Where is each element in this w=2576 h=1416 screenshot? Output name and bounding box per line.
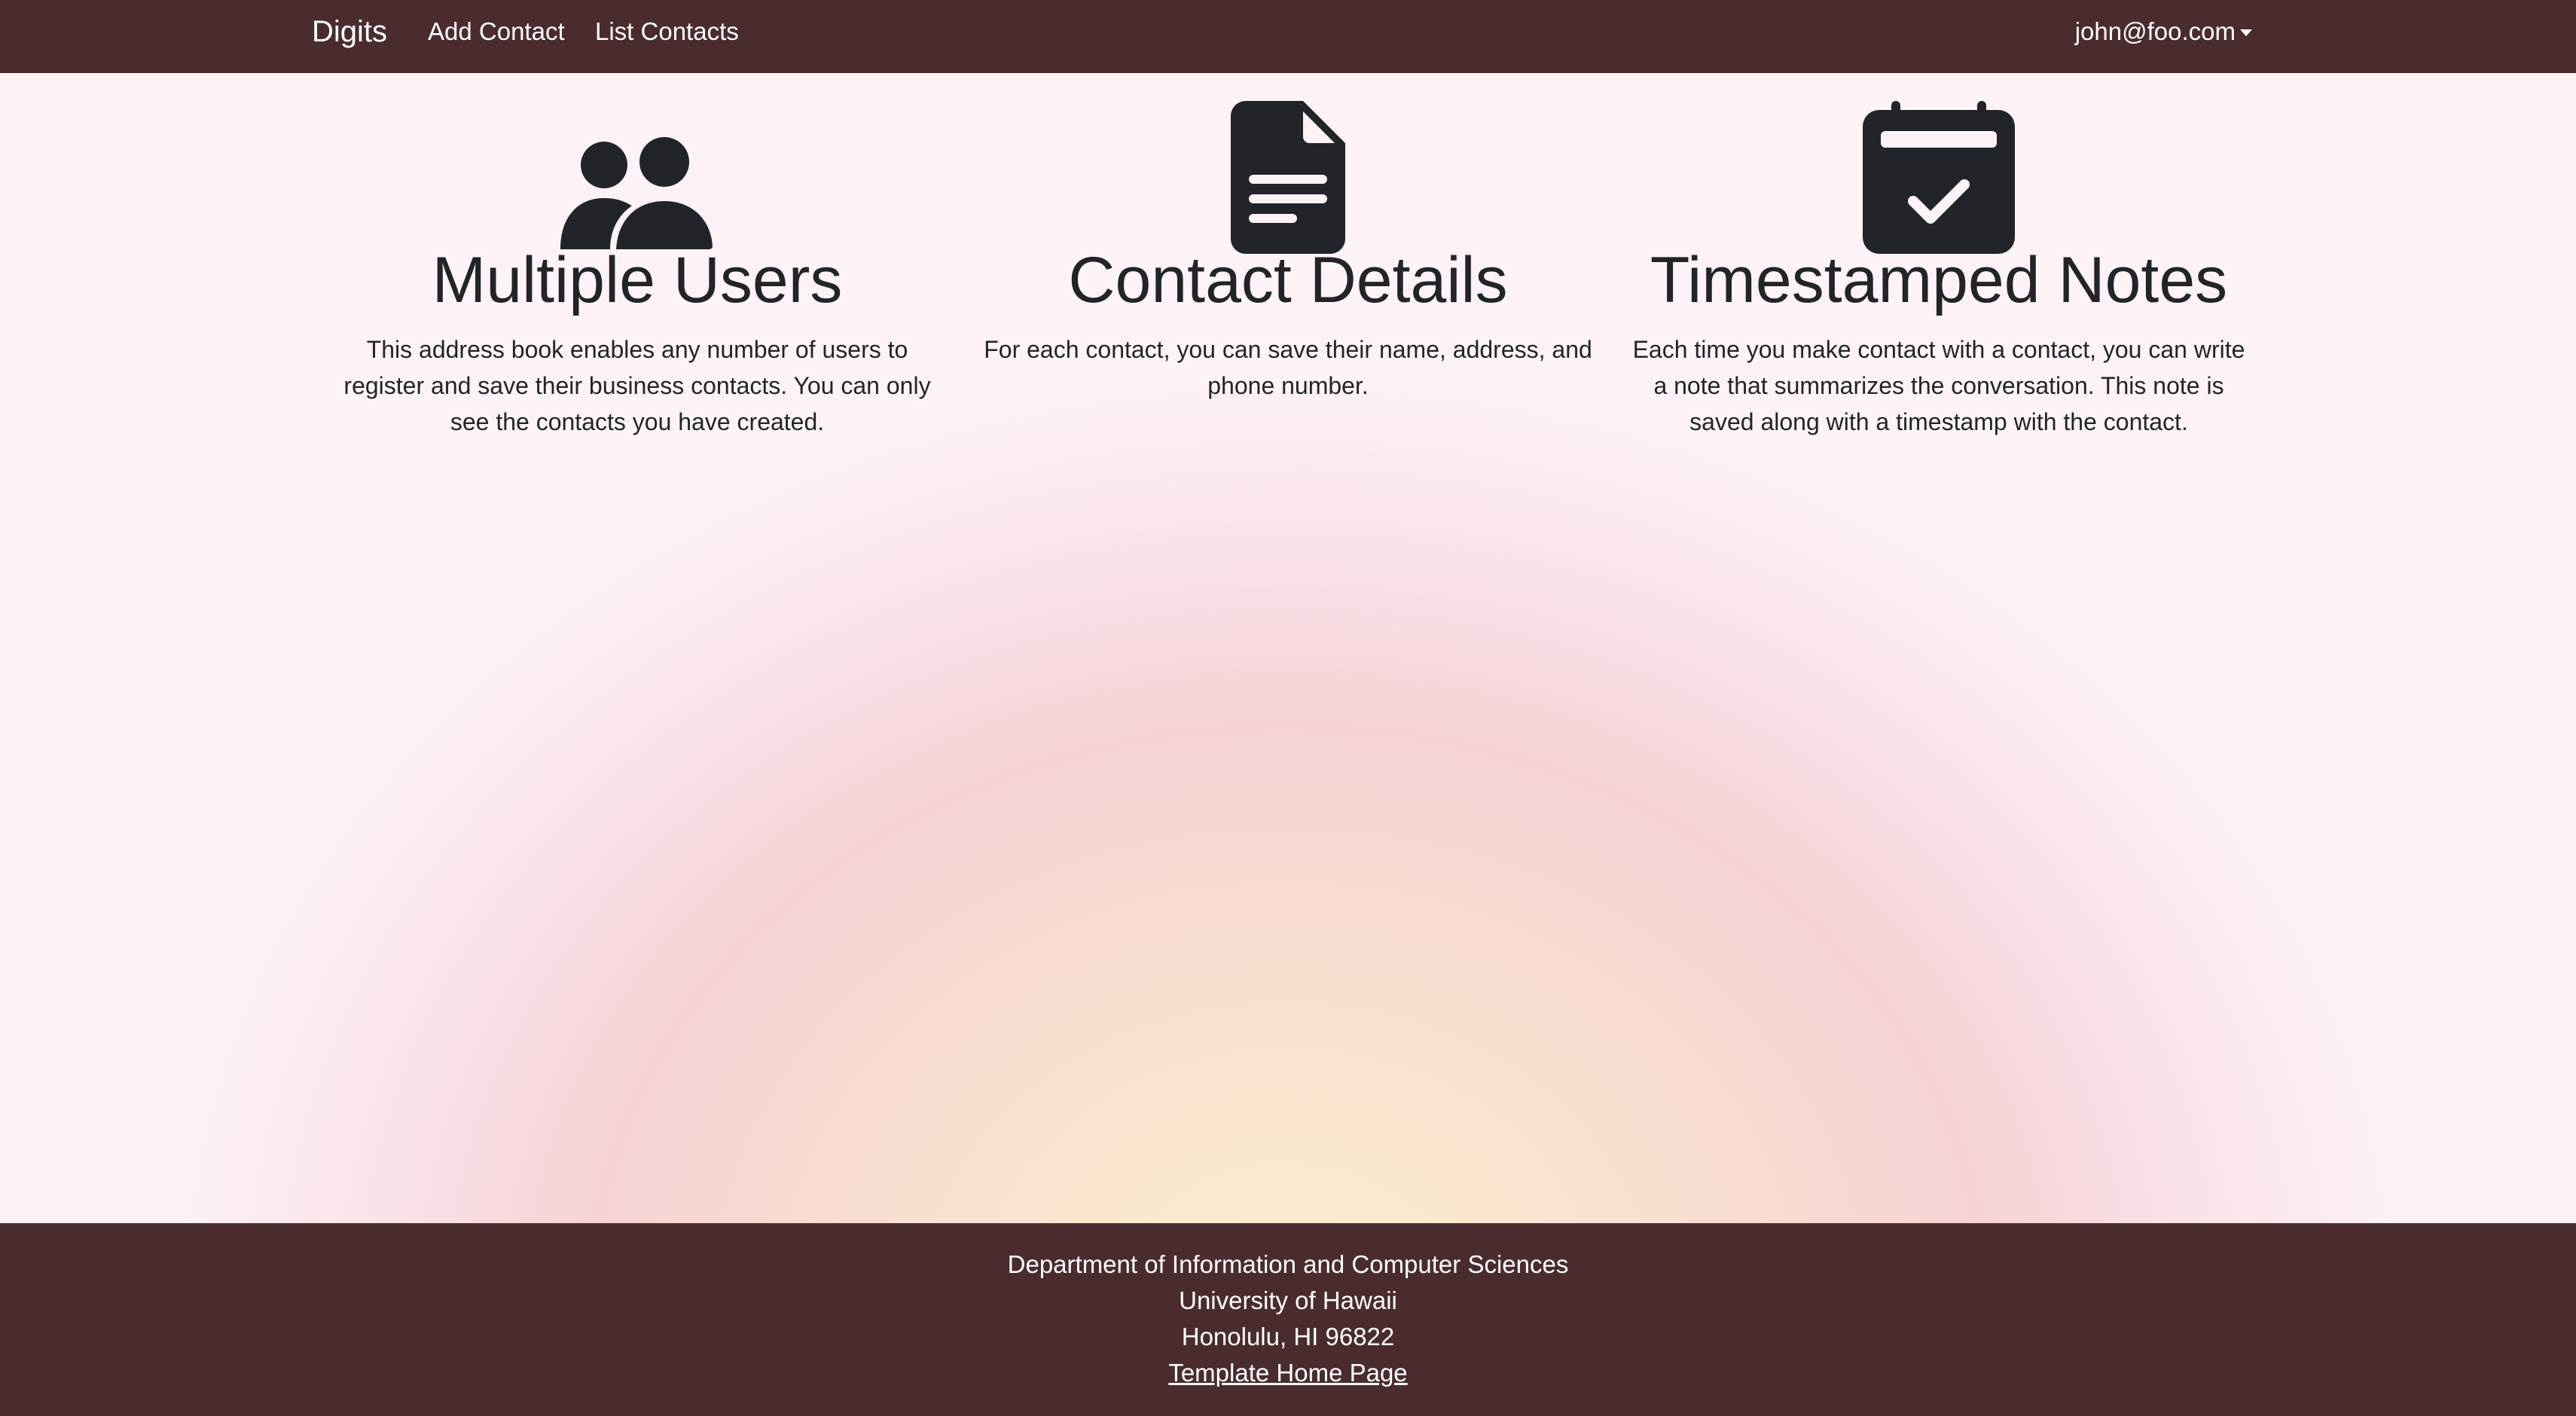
footer-university: University of Hawaii	[1179, 1286, 1397, 1314]
users-icon	[312, 96, 963, 254]
feature-description: This address book enables any number of …	[343, 336, 931, 435]
main-content: Multiple Users This address book enables…	[0, 73, 2576, 1223]
feature-title: Multiple Users	[432, 244, 843, 316]
navbar: Digits Add Contact List Contacts john@fo…	[0, 0, 2576, 73]
feature-timestamped-notes: Timestamped Notes Each time you make con…	[1613, 73, 2264, 465]
brand-link[interactable]: Digits	[312, 14, 387, 50]
footer-department: Department of Information and Computer S…	[1007, 1250, 1569, 1278]
feature-title: Timestamped Notes	[1650, 244, 2228, 316]
feature-description: For each contact, you can save their nam…	[984, 336, 1592, 399]
calendar-check-icon	[1613, 96, 2264, 254]
page: Digits Add Contact List Contacts john@fo…	[0, 0, 2576, 1416]
feature-contact-details: Contact Details For each contact, you ca…	[963, 73, 1613, 465]
caret-down-icon	[2240, 29, 2252, 36]
feature-multiple-users: Multiple Users This address book enables…	[312, 73, 963, 465]
user-dropdown[interactable]: john@foo.com	[2075, 17, 2252, 47]
nav-add-contact[interactable]: Add Contact	[428, 17, 565, 47]
user-email: john@foo.com	[2074, 17, 2236, 45]
footer-city: Honolulu, HI 96822	[1181, 1323, 1395, 1350]
feature-description: Each time you make contact with a contac…	[1632, 336, 2245, 435]
footer: Department of Information and Computer S…	[0, 1223, 2576, 1416]
features-row: Multiple Users This address book enables…	[312, 73, 2264, 465]
nav-list-contacts[interactable]: List Contacts	[595, 17, 739, 47]
footer-address: Department of Information and Computer S…	[0, 1247, 2576, 1391]
file-text-icon	[963, 96, 1613, 254]
feature-title: Contact Details	[1068, 244, 1508, 316]
template-home-link[interactable]: Template Home Page	[1168, 1359, 1407, 1387]
